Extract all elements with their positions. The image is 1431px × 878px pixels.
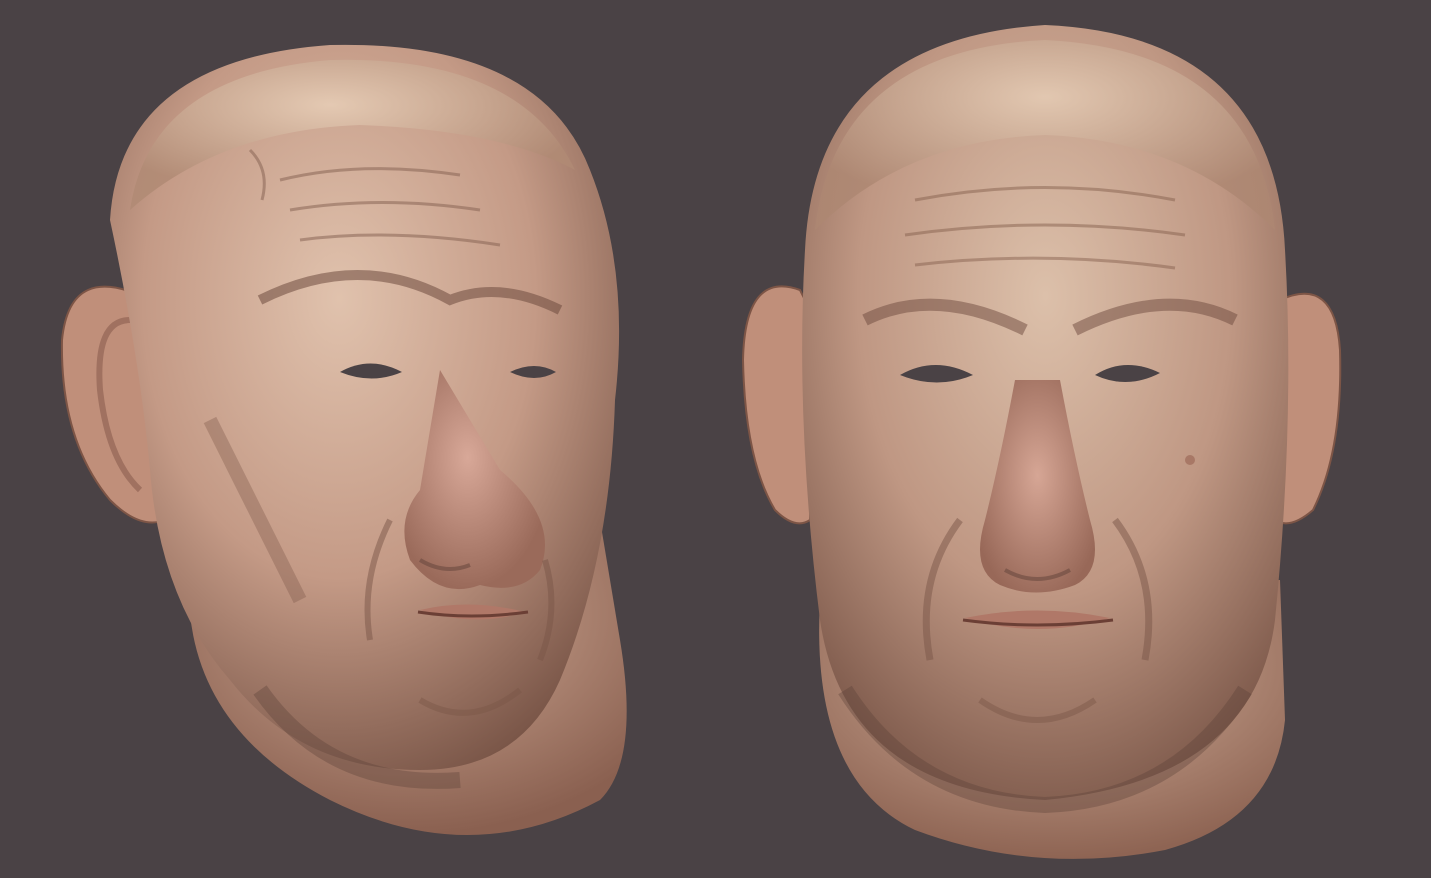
head-sculpt-front-view	[715, 0, 1431, 878]
head-sculpt-three-quarter-icon	[60, 44, 627, 835]
head-sculpt-three-quarter-view	[0, 0, 715, 878]
head-sculpt-front-icon	[741, 25, 1342, 859]
viewport-canvas	[0, 0, 1431, 878]
